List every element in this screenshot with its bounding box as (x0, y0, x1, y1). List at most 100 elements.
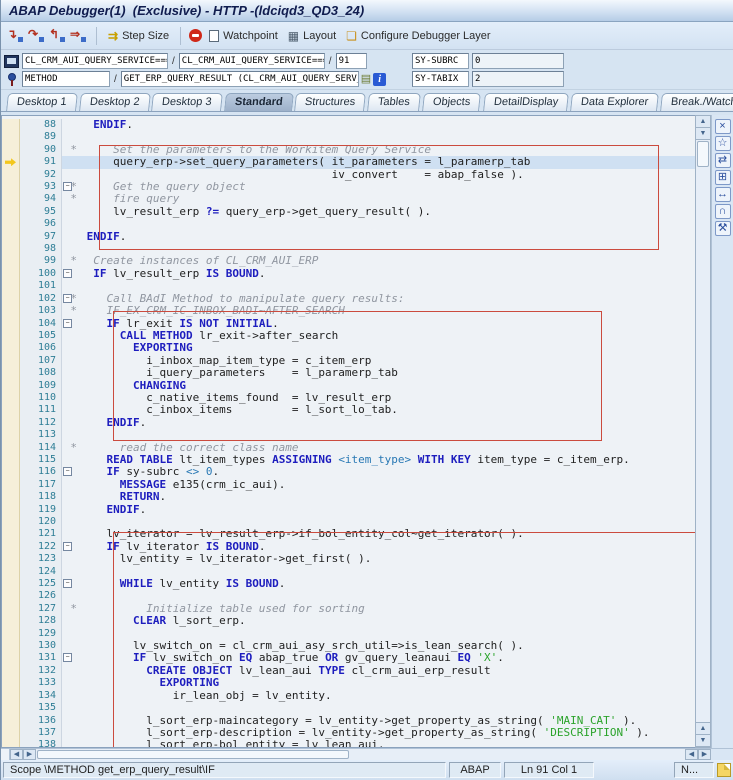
code-line[interactable]: 125− WHILE lv_entity IS BOUND. (2, 578, 695, 591)
code-line[interactable]: 120 (2, 516, 695, 529)
breakpoint-gutter[interactable] (2, 466, 20, 479)
code-line[interactable]: 91 query_erp->set_query_parameters( it_p… (2, 156, 695, 169)
breakpoint-gutter[interactable] (2, 181, 20, 194)
fold-toggle-icon[interactable]: − (63, 653, 72, 663)
event-type-field[interactable]: METHOD (22, 71, 110, 87)
breakpoint-gutter[interactable] (2, 131, 20, 144)
fold-toggle-icon[interactable]: − (63, 541, 72, 551)
code-line[interactable]: 127 * Initialize table used for sorting (2, 602, 695, 616)
configure-debugger-layer-button[interactable]: ❏ Configure Debugger Layer (343, 27, 493, 45)
line-number[interactable]: 136 (20, 714, 62, 727)
tab-objects[interactable]: Objects (422, 93, 482, 111)
code-line[interactable]: 104− IF lr_exit IS NOT INITIAL. (2, 317, 695, 330)
line-number[interactable]: 126 (20, 590, 62, 603)
line-number[interactable]: 96 (20, 218, 62, 231)
breakpoint-gutter[interactable] (2, 429, 20, 442)
tab-tables[interactable]: Tables (367, 93, 422, 111)
line-number[interactable]: 120 (20, 516, 62, 529)
breakpoint-gutter[interactable] (2, 193, 20, 206)
line-number[interactable]: 135 (20, 702, 62, 715)
step-size-button[interactable]: ⇉ Step Size (105, 27, 172, 45)
maximize-view-icon[interactable]: ⊞ (714, 170, 731, 185)
breakpoint-gutter[interactable] (2, 280, 20, 293)
fold-toggle-icon[interactable]: − (63, 318, 72, 328)
code-line[interactable]: 137 l_sort_erp-description = lv_entity->… (2, 726, 695, 740)
tab-break-watchpoints[interactable]: Break./Watchpoints (660, 93, 733, 111)
services-icon[interactable]: ∩ (714, 204, 731, 219)
tab-desktop-1[interactable]: Desktop 1 (6, 93, 78, 111)
code-line[interactable]: 97 ENDIF. (2, 230, 695, 244)
sy-tabix-value[interactable]: 2 (472, 71, 564, 87)
code-line[interactable]: 134 ir_lean_obj = lv_entity. (2, 689, 695, 703)
breakpoint-gutter[interactable] (2, 342, 20, 355)
tab-standard[interactable]: Standard (223, 93, 294, 111)
breakpoint-gutter[interactable] (2, 243, 20, 256)
vertical-scroll-thumb[interactable] (697, 141, 709, 167)
fold-column[interactable]: − (62, 466, 80, 478)
code-line[interactable]: 100− IF lv_result_erp IS BOUND. (2, 267, 695, 281)
fold-column[interactable]: − (62, 652, 80, 664)
breakpoint-stop-icon[interactable] (189, 29, 203, 42)
line-field[interactable]: 91 (335, 53, 367, 69)
line-number[interactable]: 97 (20, 230, 62, 244)
event-name-field[interactable]: GET_ERP_QUERY_RESULT (CL_CRM_AUI_QUERY_S… (120, 71, 359, 87)
value-grid-icon[interactable]: ▤ (361, 73, 371, 86)
line-number[interactable]: 107 (20, 354, 62, 368)
line-number[interactable]: 129 (20, 627, 62, 641)
breakpoint-gutter[interactable] (2, 168, 20, 182)
breakpoint-gutter[interactable] (2, 491, 20, 504)
code-line[interactable]: 90 * Set the parameters to the Workitem Q… (2, 143, 695, 157)
line-number[interactable]: 99 (20, 255, 62, 268)
code-line[interactable]: 131− IF lv_switch_on EQ abap_true OR gv_… (2, 652, 695, 665)
breakpoint-gutter[interactable] (2, 205, 20, 219)
line-number[interactable]: 133 (20, 677, 62, 690)
step-return-button[interactable]: ↰ (48, 27, 67, 44)
breakpoint-gutter[interactable] (2, 143, 20, 157)
breakpoint-gutter[interactable] (2, 553, 20, 566)
code-line[interactable]: 109 CHANGING (2, 379, 695, 392)
scroll-right-button-2[interactable]: ▶ (698, 749, 711, 760)
info-icon[interactable]: i (373, 72, 387, 86)
code-line[interactable]: 103 * IF_EX_CRM_IC_INBOX_BADI~AFTER_SEARC… (2, 304, 695, 318)
code-line[interactable]: 128 CLEAR l_sort_erp. (2, 615, 695, 628)
code-line[interactable]: 117 MESSAGE e135(crm_ic_aui). (2, 478, 695, 492)
scroll-left-button[interactable]: ◀ (10, 749, 23, 760)
breakpoint-gutter[interactable] (2, 292, 20, 306)
code-line[interactable]: 88 ENDIF. (2, 119, 695, 132)
breakpoint-gutter[interactable] (2, 267, 20, 281)
breakpoint-gutter[interactable] (2, 615, 20, 628)
code-line[interactable]: 89 (2, 131, 695, 144)
line-number[interactable]: 106 (20, 342, 62, 355)
line-number[interactable]: 108 (20, 367, 62, 380)
line-number[interactable]: 101 (20, 280, 62, 293)
breakpoint-gutter[interactable] (2, 726, 20, 740)
include-program-field[interactable]: CL_CRM_AUI_QUERY_SERVICE=====_ (178, 53, 325, 69)
code-line[interactable]: 101 (2, 280, 695, 293)
line-number[interactable]: 118 (20, 491, 62, 504)
breakpoint-gutter[interactable] (2, 453, 20, 467)
code-line[interactable]: 138 l_sort_erp-bol_entity = lv_lean_aui. (2, 739, 695, 747)
line-number[interactable]: 112 (20, 416, 62, 430)
line-number[interactable]: 121 (20, 528, 62, 541)
code-line[interactable]: 94 * fire query (2, 193, 695, 206)
code-line[interactable]: 105 CALL METHOD lr_exit->after_search (2, 329, 695, 343)
fold-column[interactable]: − (62, 578, 80, 590)
code-line[interactable]: 111 c_inbox_items = l_sort_lo_tab. (2, 404, 695, 417)
code-line[interactable]: 116− IF sy-subrc <> 0. (2, 466, 695, 479)
tab-desktop-2[interactable]: Desktop 2 (78, 93, 151, 111)
line-number[interactable]: 109 (20, 379, 62, 392)
line-number[interactable]: 116 (20, 466, 62, 479)
tab-data-explorer[interactable]: Data Explorer (569, 93, 659, 111)
code-line[interactable]: 126 (2, 590, 695, 603)
line-number[interactable]: 114 (20, 441, 62, 454)
breakpoint-gutter[interactable] (2, 404, 20, 417)
code-line[interactable]: 114 * read the correct class name (2, 441, 695, 454)
code-line[interactable]: 119 ENDIF. (2, 503, 695, 516)
sy-subrc-value[interactable]: 0 (472, 53, 564, 69)
line-number[interactable]: 92 (20, 168, 62, 182)
code-line[interactable]: 123 lv_entity = lv_iterator->get_first( … (2, 553, 695, 566)
code-line[interactable]: 135 (2, 702, 695, 715)
breakpoint-gutter[interactable] (2, 689, 20, 703)
line-number[interactable]: 132 (20, 664, 62, 678)
breakpoint-gutter[interactable] (2, 664, 20, 678)
